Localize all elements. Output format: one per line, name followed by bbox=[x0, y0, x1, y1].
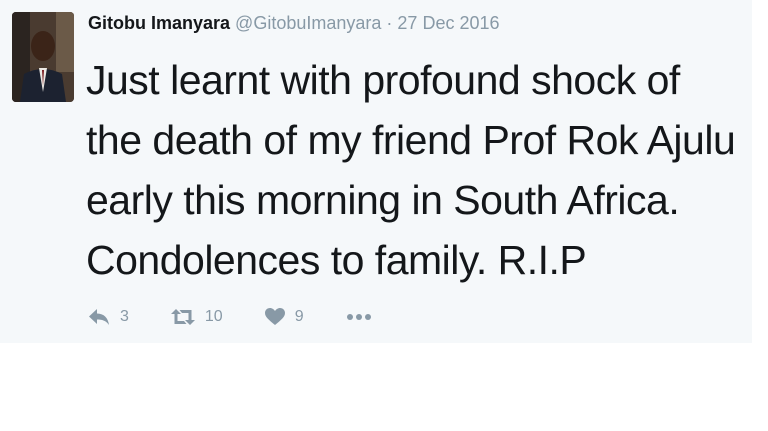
author-handle[interactable]: @GitobuImanyara bbox=[235, 13, 381, 33]
tweet-text: Just learnt with profound shock of the d… bbox=[86, 57, 736, 283]
retweet-count: 10 bbox=[204, 308, 223, 325]
retweet-icon bbox=[170, 309, 195, 325]
reply-button[interactable]: 3 bbox=[88, 308, 129, 326]
author-name[interactable]: Gitobu Imanyara bbox=[88, 13, 230, 33]
more-button[interactable] bbox=[346, 313, 372, 321]
avatar[interactable] bbox=[12, 12, 74, 102]
reply-icon bbox=[89, 309, 109, 325]
like-count: 9 bbox=[294, 308, 304, 325]
tweet-actions: 3 10 9 bbox=[88, 302, 414, 332]
reply-count: 3 bbox=[120, 308, 129, 325]
tweet-date[interactable]: 27 Dec 2016 bbox=[397, 13, 499, 33]
header-separator: · bbox=[386, 13, 393, 33]
like-button[interactable]: 9 bbox=[264, 308, 304, 326]
tweet-header: Gitobu Imanyara @GitobuImanyara · 27 Dec… bbox=[88, 12, 500, 34]
heart-icon bbox=[264, 308, 285, 325]
page-edge bbox=[756, 0, 768, 431]
retweet-button[interactable]: 10 bbox=[170, 308, 223, 326]
author-photo bbox=[12, 12, 74, 102]
tweet-card: Gitobu Imanyara @GitobuImanyara · 27 Dec… bbox=[0, 0, 752, 343]
more-icon bbox=[346, 314, 371, 320]
